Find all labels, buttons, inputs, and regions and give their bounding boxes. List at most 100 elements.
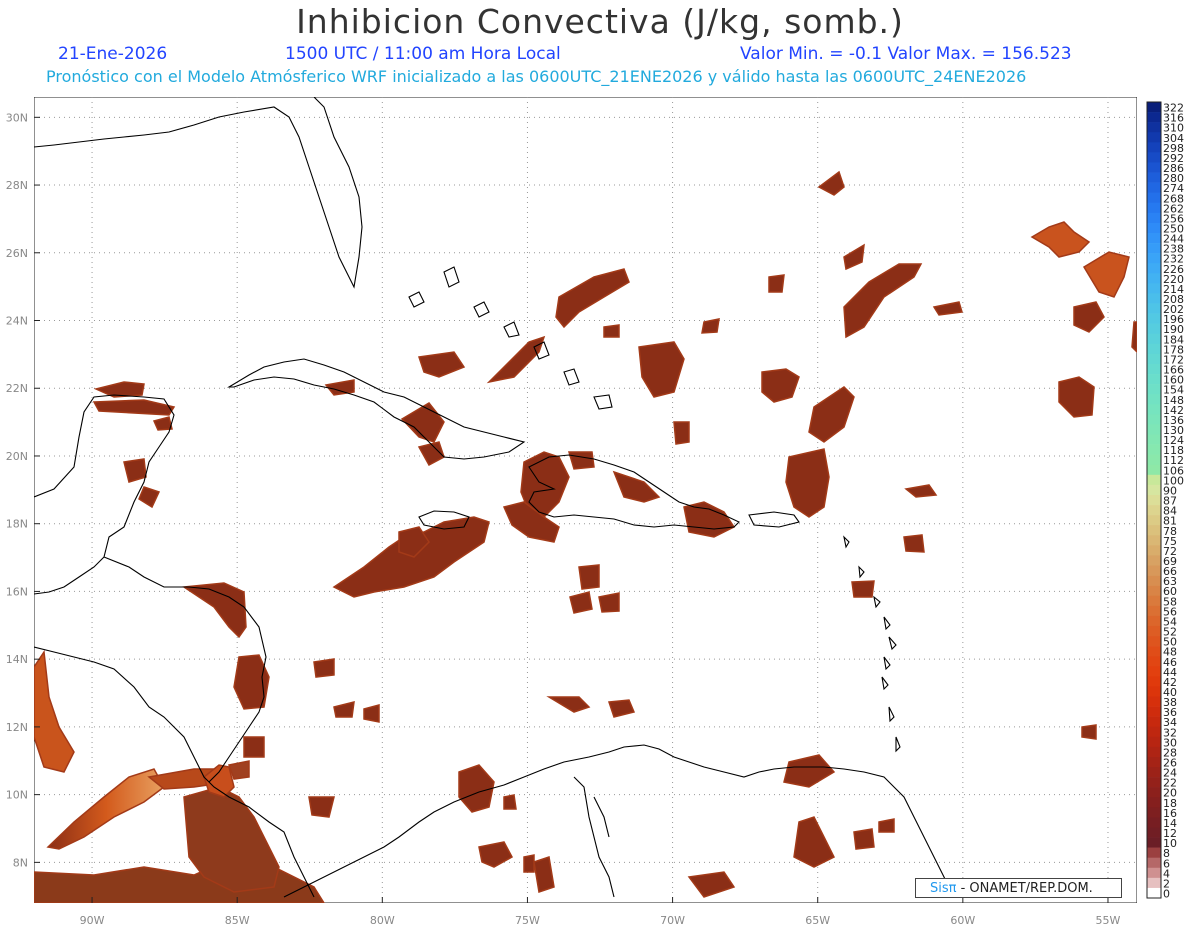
- lat-label: 8N: [13, 856, 28, 869]
- legend-swatch: [1147, 706, 1161, 717]
- lat-label: 22N: [6, 382, 28, 395]
- legend-swatch: [1147, 102, 1161, 113]
- legend-swatch: [1147, 716, 1161, 728]
- legend-swatch: [1147, 414, 1161, 425]
- legend-swatch: [1147, 636, 1161, 647]
- lon-label: 55W: [1096, 914, 1121, 927]
- legend-swatch: [1147, 877, 1161, 889]
- lat-label: 20N: [6, 450, 28, 463]
- legend-swatch: [1147, 454, 1161, 466]
- legend-swatch: [1147, 686, 1161, 697]
- map-title: Inhibicion Convectiva (J/kg, somb.): [296, 2, 904, 41]
- legend-swatch: [1147, 464, 1161, 476]
- lon-label: 65W: [805, 914, 830, 927]
- legend-swatch: [1147, 384, 1161, 395]
- legend-swatch: [1147, 484, 1161, 496]
- legend-swatch: [1147, 394, 1161, 405]
- legend-swatch: [1147, 142, 1161, 153]
- legend-swatch: [1147, 202, 1161, 214]
- credit-text: - ONAMET/REP.DOM.: [956, 881, 1093, 896]
- legend-swatch: [1147, 615, 1161, 627]
- legend-swatch: [1147, 192, 1161, 204]
- legend-swatch: [1147, 232, 1161, 244]
- legend-swatch: [1147, 575, 1161, 586]
- legend-swatch: [1147, 343, 1161, 355]
- legend-swatch: [1147, 494, 1161, 506]
- legend-swatch: [1147, 253, 1161, 264]
- legend-swatch: [1147, 303, 1161, 314]
- legend-swatch: [1147, 646, 1161, 657]
- legend-swatch: [1147, 545, 1161, 556]
- legend-swatch: [1147, 424, 1161, 435]
- lon-label: 75W: [515, 914, 540, 927]
- lat-label: 10N: [6, 789, 28, 802]
- legend-swatch: [1147, 656, 1161, 667]
- value-range: Valor Min. = -0.1 Valor Max. = 156.523: [740, 44, 1072, 64]
- legend-swatch: [1147, 807, 1161, 818]
- sispi-logo: Sisπ: [930, 881, 957, 896]
- lon-label: 80W: [370, 914, 395, 927]
- legend-swatch: [1147, 605, 1161, 617]
- legend-swatch: [1147, 746, 1161, 758]
- lat-label: 18N: [6, 518, 28, 531]
- forecast-date: 21-Ene-2026: [58, 44, 168, 64]
- legend-swatch: [1147, 887, 1161, 899]
- legend-swatch: [1147, 595, 1161, 607]
- color-legend: 3223163103042982922862802742682622562502…: [1146, 101, 1184, 901]
- model-subtitle: Pronóstico con el Modelo Atmósferico WRF…: [46, 67, 1027, 86]
- legend-swatch: [1147, 827, 1161, 838]
- lon-label: 90W: [80, 914, 105, 927]
- legend-swatch: [1147, 867, 1161, 879]
- legend-swatch: [1147, 212, 1161, 224]
- lat-label: 24N: [6, 315, 28, 328]
- legend-swatch: [1147, 777, 1161, 788]
- legend-swatch: [1147, 474, 1161, 486]
- legend-swatch: [1147, 333, 1161, 345]
- legend-swatch: [1147, 182, 1161, 193]
- legend-label: 0: [1163, 888, 1170, 901]
- legend-swatch: [1147, 847, 1161, 858]
- legend-swatch: [1147, 535, 1161, 546]
- legend-swatch: [1147, 313, 1161, 324]
- legend-swatch: [1147, 837, 1161, 848]
- legend-swatch: [1147, 676, 1161, 687]
- legend-swatch: [1147, 857, 1161, 869]
- legend-swatch: [1147, 767, 1161, 778]
- axis-labels: 8N 10N 12N 14N 16N 18N 20N 22N 24N 26N 28N 30N 90W 8…: [6, 111, 1121, 927]
- legend-swatch: [1147, 152, 1161, 163]
- forecast-time: 1500 UTC / 11:00 am Hora Local: [285, 44, 561, 64]
- legend-swatch: [1147, 273, 1161, 284]
- legend-swatch: [1147, 263, 1161, 274]
- legend-swatch: [1147, 555, 1161, 566]
- legend-swatch: [1147, 404, 1161, 415]
- credit-box: Sisπ - ONAMET/REP.DOM.: [915, 878, 1122, 898]
- legend-swatch: [1147, 162, 1161, 173]
- legend-swatch: [1147, 505, 1161, 516]
- lon-label: 85W: [225, 914, 250, 927]
- lon-label: 60W: [950, 914, 975, 927]
- legend-swatch: [1147, 434, 1161, 445]
- legend-swatch: [1147, 696, 1161, 707]
- legend-swatch: [1147, 565, 1161, 576]
- lat-label: 16N: [6, 585, 28, 598]
- legend-swatch: [1147, 625, 1161, 637]
- legend-swatch: [1147, 222, 1161, 234]
- legend-swatch: [1147, 112, 1161, 123]
- legend-swatch: [1147, 293, 1161, 304]
- legend-swatch: [1147, 172, 1161, 183]
- legend-swatch: [1147, 585, 1161, 597]
- legend-swatch: [1147, 323, 1161, 335]
- legend-swatch: [1147, 666, 1161, 677]
- legend-swatch: [1147, 736, 1161, 748]
- lat-label: 28N: [6, 179, 28, 192]
- legend-swatch: [1147, 525, 1161, 536]
- lat-label: 14N: [6, 653, 28, 666]
- legend-swatch: [1147, 283, 1161, 294]
- legend-swatch: [1147, 132, 1161, 143]
- legend-swatch: [1147, 756, 1161, 768]
- legend-swatch: [1147, 363, 1161, 375]
- legend-swatch: [1147, 515, 1161, 526]
- legend-swatch: [1147, 353, 1161, 365]
- legend-swatch: [1147, 122, 1161, 133]
- legend-swatch: [1147, 787, 1161, 798]
